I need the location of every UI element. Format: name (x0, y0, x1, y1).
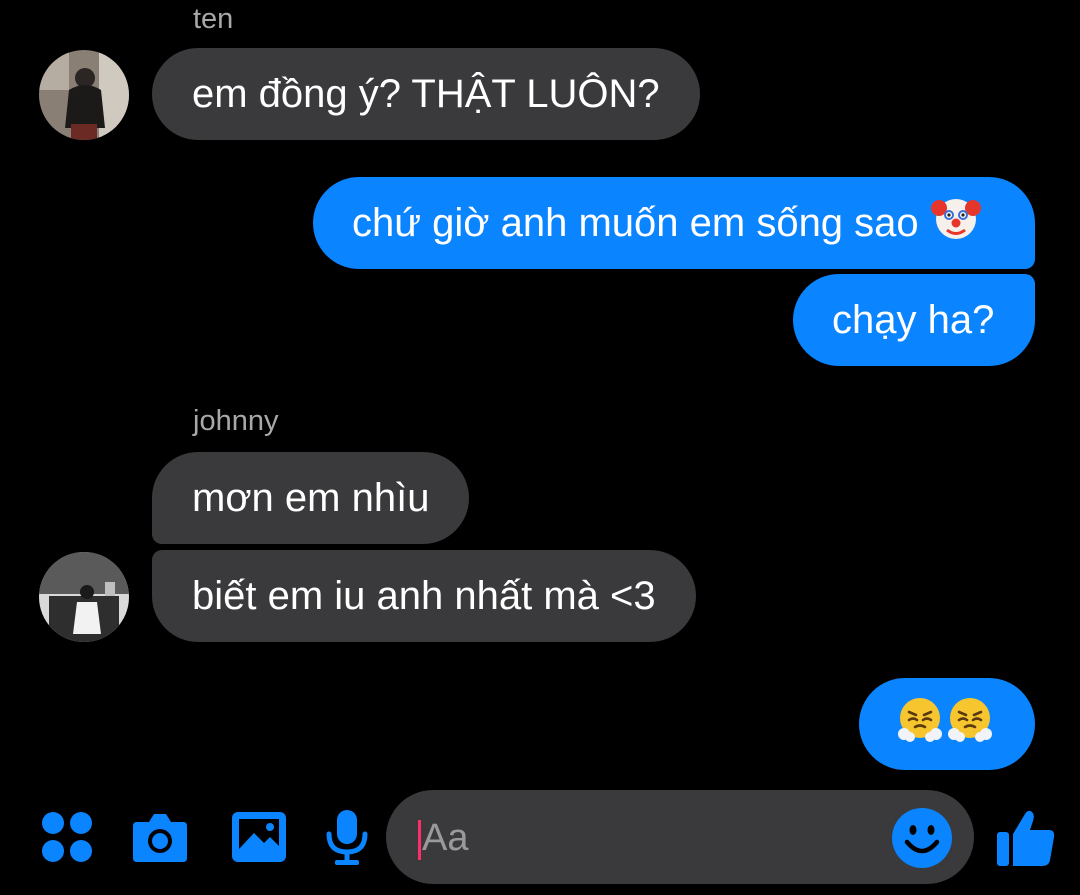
message-bubble-incoming[interactable]: biết em iu anh nhất mà <3 (152, 550, 696, 642)
thumbs-up-icon[interactable] (994, 806, 1058, 870)
face-with-steam-from-nose-emoji (945, 694, 995, 754)
camera-icon[interactable] (131, 808, 189, 866)
message-text: chạy ha? (832, 297, 995, 342)
message-text: mơn em nhìu (192, 475, 430, 520)
message-bubble-incoming[interactable]: em đồng ý? THẬT LUÔN? (152, 48, 700, 140)
message-bubble-outgoing[interactable] (859, 678, 1035, 770)
microphone-icon[interactable] (318, 808, 376, 866)
clown-face-emoji (930, 193, 981, 253)
apps-icon[interactable] (38, 808, 96, 866)
message-bubble-incoming[interactable]: mơn em nhìu (152, 452, 470, 544)
messenger-chat-screen: ten em đồng ý? THẬT LUÔN? chứ giờ anh mu… (0, 0, 1080, 895)
avatar-ten[interactable] (39, 50, 129, 140)
text-caret (418, 820, 421, 860)
sender-name-ten: ten (193, 3, 234, 35)
avatar-johnny[interactable] (39, 552, 129, 642)
message-text: biết em iu anh nhất mà <3 (192, 573, 656, 618)
message-input[interactable]: Aa (386, 790, 974, 884)
message-composer: Aa (0, 780, 1080, 895)
face-with-steam-from-nose-emoji (895, 694, 945, 754)
message-bubble-outgoing[interactable]: chứ giờ anh muốn em sống sao (313, 177, 1035, 269)
message-bubble-outgoing[interactable]: chạy ha? (793, 274, 1035, 366)
sender-name-johnny: johnny (193, 405, 279, 437)
message-text: chứ giờ anh muốn em sống sao (352, 200, 919, 245)
message-text: em đồng ý? THẬT LUÔN? (192, 71, 660, 116)
smiley-icon[interactable] (890, 806, 954, 870)
image-icon[interactable] (230, 808, 288, 866)
message-input-placeholder: Aa (422, 817, 469, 859)
